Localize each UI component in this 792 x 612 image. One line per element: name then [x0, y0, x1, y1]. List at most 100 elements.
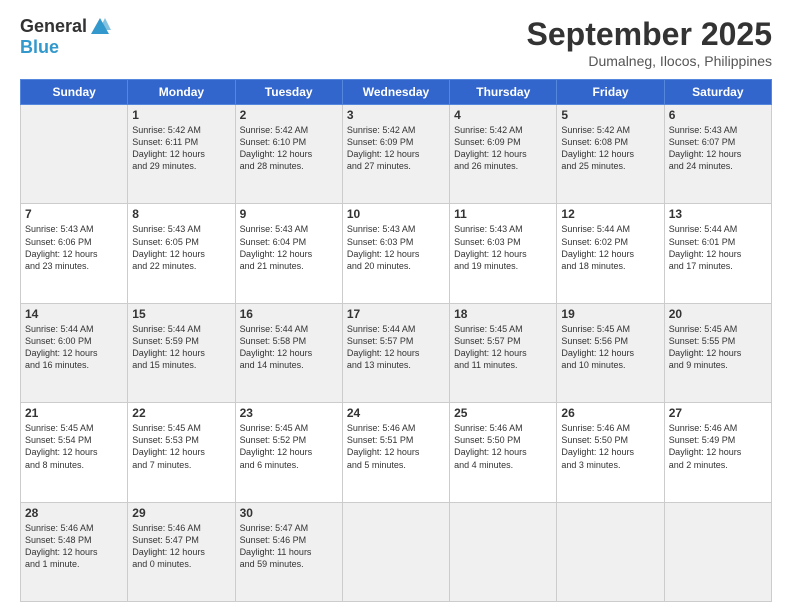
day-number: 30 [240, 506, 338, 520]
day-number: 18 [454, 307, 552, 321]
calendar-table: SundayMondayTuesdayWednesdayThursdayFrid… [20, 79, 772, 602]
day-info: Sunrise: 5:42 AM Sunset: 6:10 PM Dayligh… [240, 124, 338, 173]
day-number: 13 [669, 207, 767, 221]
month-title: September 2025 [527, 16, 772, 53]
day-info: Sunrise: 5:42 AM Sunset: 6:08 PM Dayligh… [561, 124, 659, 173]
calendar-week-2: 7 Sunrise: 5:43 AM Sunset: 6:06 PM Daylig… [21, 204, 772, 303]
day-info: Sunrise: 5:46 AM Sunset: 5:49 PM Dayligh… [669, 422, 767, 471]
day-info: Sunrise: 5:45 AM Sunset: 5:57 PM Dayligh… [454, 323, 552, 372]
calendar-cell: 2 Sunrise: 5:42 AM Sunset: 6:10 PM Daylig… [235, 105, 342, 204]
day-info: Sunrise: 5:46 AM Sunset: 5:50 PM Dayligh… [454, 422, 552, 471]
day-number: 6 [669, 108, 767, 122]
weekday-header-sunday: Sunday [21, 80, 128, 105]
day-info: Sunrise: 5:45 AM Sunset: 5:53 PM Dayligh… [132, 422, 230, 471]
day-number: 20 [669, 307, 767, 321]
calendar-cell: 3 Sunrise: 5:42 AM Sunset: 6:09 PM Daylig… [342, 105, 449, 204]
day-info: Sunrise: 5:46 AM Sunset: 5:50 PM Dayligh… [561, 422, 659, 471]
weekday-header-tuesday: Tuesday [235, 80, 342, 105]
calendar-cell [557, 502, 664, 601]
calendar-cell: 12 Sunrise: 5:44 AM Sunset: 6:02 PM Dayli… [557, 204, 664, 303]
calendar-cell: 7 Sunrise: 5:43 AM Sunset: 6:06 PM Daylig… [21, 204, 128, 303]
calendar-cell: 13 Sunrise: 5:44 AM Sunset: 6:01 PM Dayli… [664, 204, 771, 303]
day-info: Sunrise: 5:44 AM Sunset: 5:59 PM Dayligh… [132, 323, 230, 372]
calendar-cell: 10Sunrise: 5:43 AM Sunset: 6:03 PM Dayli… [342, 204, 449, 303]
day-info: Sunrise: 5:45 AM Sunset: 5:55 PM Dayligh… [669, 323, 767, 372]
day-info: Sunrise: 5:44 AM Sunset: 5:58 PM Dayligh… [240, 323, 338, 372]
day-info: Sunrise: 5:47 AM Sunset: 5:46 PM Dayligh… [240, 522, 338, 571]
day-info: Sunrise: 5:42 AM Sunset: 6:09 PM Dayligh… [347, 124, 445, 173]
day-number: 12 [561, 207, 659, 221]
day-number: 21 [25, 406, 123, 420]
day-number: 24 [347, 406, 445, 420]
calendar-week-3: 14 Sunrise: 5:44 AM Sunset: 6:00 PM Dayli… [21, 303, 772, 402]
calendar-cell: 20 Sunrise: 5:45 AM Sunset: 5:55 PM Dayli… [664, 303, 771, 402]
calendar-cell: 30 Sunrise: 5:47 AM Sunset: 5:46 PM Dayli… [235, 502, 342, 601]
day-number: 3 [347, 108, 445, 122]
day-info: Sunrise: 5:46 AM Sunset: 5:48 PM Dayligh… [25, 522, 123, 571]
calendar-cell [342, 502, 449, 601]
day-info: Sunrise: 5:43 AM Sunset: 6:06 PM Dayligh… [25, 223, 123, 272]
calendar-cell: 1Sunrise: 5:42 AM Sunset: 6:11 PM Daylig… [128, 105, 235, 204]
day-number: 15 [132, 307, 230, 321]
logo-icon [89, 16, 111, 38]
logo-blue: Blue [20, 38, 111, 58]
calendar-cell: 17 Sunrise: 5:44 AM Sunset: 5:57 PM Dayli… [342, 303, 449, 402]
day-number: 7 [25, 207, 123, 221]
day-number: 11 [454, 207, 552, 221]
day-info: Sunrise: 5:43 AM Sunset: 6:04 PM Dayligh… [240, 223, 338, 272]
day-info: Sunrise: 5:44 AM Sunset: 5:57 PM Dayligh… [347, 323, 445, 372]
day-info: Sunrise: 5:44 AM Sunset: 6:01 PM Dayligh… [669, 223, 767, 272]
page: General Blue September 2025 Dumalneg, Il… [0, 0, 792, 612]
logo-text: General Blue [20, 16, 111, 58]
calendar-cell: 18 Sunrise: 5:45 AM Sunset: 5:57 PM Dayli… [450, 303, 557, 402]
day-number: 9 [240, 207, 338, 221]
day-info: Sunrise: 5:45 AM Sunset: 5:54 PM Dayligh… [25, 422, 123, 471]
calendar-cell: 9 Sunrise: 5:43 AM Sunset: 6:04 PM Daylig… [235, 204, 342, 303]
weekday-header-wednesday: Wednesday [342, 80, 449, 105]
calendar-cell: 5 Sunrise: 5:42 AM Sunset: 6:08 PM Daylig… [557, 105, 664, 204]
calendar-cell [664, 502, 771, 601]
day-number: 17 [347, 307, 445, 321]
calendar-cell [21, 105, 128, 204]
weekday-header-monday: Monday [128, 80, 235, 105]
header: General Blue September 2025 Dumalneg, Il… [20, 16, 772, 69]
calendar-week-5: 28 Sunrise: 5:46 AM Sunset: 5:48 PM Dayli… [21, 502, 772, 601]
location: Dumalneg, Ilocos, Philippines [527, 53, 772, 69]
day-number: 23 [240, 406, 338, 420]
day-number: 16 [240, 307, 338, 321]
calendar-cell: 29Sunrise: 5:46 AM Sunset: 5:47 PM Dayli… [128, 502, 235, 601]
day-info: Sunrise: 5:45 AM Sunset: 5:52 PM Dayligh… [240, 422, 338, 471]
day-number: 2 [240, 108, 338, 122]
calendar-cell: 23 Sunrise: 5:45 AM Sunset: 5:52 PM Dayli… [235, 403, 342, 502]
day-number: 14 [25, 307, 123, 321]
day-number: 27 [669, 406, 767, 420]
calendar-cell: 21 Sunrise: 5:45 AM Sunset: 5:54 PM Dayli… [21, 403, 128, 502]
calendar-cell: 16 Sunrise: 5:44 AM Sunset: 5:58 PM Dayli… [235, 303, 342, 402]
day-info: Sunrise: 5:46 AM Sunset: 5:47 PM Dayligh… [132, 522, 230, 571]
calendar-cell: 28 Sunrise: 5:46 AM Sunset: 5:48 PM Dayli… [21, 502, 128, 601]
calendar-cell: 14 Sunrise: 5:44 AM Sunset: 6:00 PM Dayli… [21, 303, 128, 402]
calendar-cell [450, 502, 557, 601]
calendar-cell: 6 Sunrise: 5:43 AM Sunset: 6:07 PM Daylig… [664, 105, 771, 204]
day-number: 22 [132, 406, 230, 420]
day-info: Sunrise: 5:43 AM Sunset: 6:07 PM Dayligh… [669, 124, 767, 173]
calendar-cell: 4Sunrise: 5:42 AM Sunset: 6:09 PM Daylig… [450, 105, 557, 204]
calendar-cell: 15 Sunrise: 5:44 AM Sunset: 5:59 PM Dayli… [128, 303, 235, 402]
logo: General Blue [20, 16, 111, 58]
calendar-cell: 24 Sunrise: 5:46 AM Sunset: 5:51 PM Dayli… [342, 403, 449, 502]
calendar-cell: 25Sunrise: 5:46 AM Sunset: 5:50 PM Dayli… [450, 403, 557, 502]
day-number: 5 [561, 108, 659, 122]
day-info: Sunrise: 5:44 AM Sunset: 6:02 PM Dayligh… [561, 223, 659, 272]
calendar-cell: 26 Sunrise: 5:46 AM Sunset: 5:50 PM Dayli… [557, 403, 664, 502]
day-number: 26 [561, 406, 659, 420]
day-info: Sunrise: 5:42 AM Sunset: 6:11 PM Dayligh… [132, 124, 230, 173]
day-number: 4 [454, 108, 552, 122]
weekday-header-saturday: Saturday [664, 80, 771, 105]
weekday-header-thursday: Thursday [450, 80, 557, 105]
logo-general: General [20, 17, 87, 37]
calendar-cell: 27 Sunrise: 5:46 AM Sunset: 5:49 PM Dayli… [664, 403, 771, 502]
day-info: Sunrise: 5:44 AM Sunset: 6:00 PM Dayligh… [25, 323, 123, 372]
day-number: 28 [25, 506, 123, 520]
day-info: Sunrise: 5:46 AM Sunset: 5:51 PM Dayligh… [347, 422, 445, 471]
day-info: Sunrise: 5:43 AM Sunset: 6:03 PM Dayligh… [347, 223, 445, 272]
